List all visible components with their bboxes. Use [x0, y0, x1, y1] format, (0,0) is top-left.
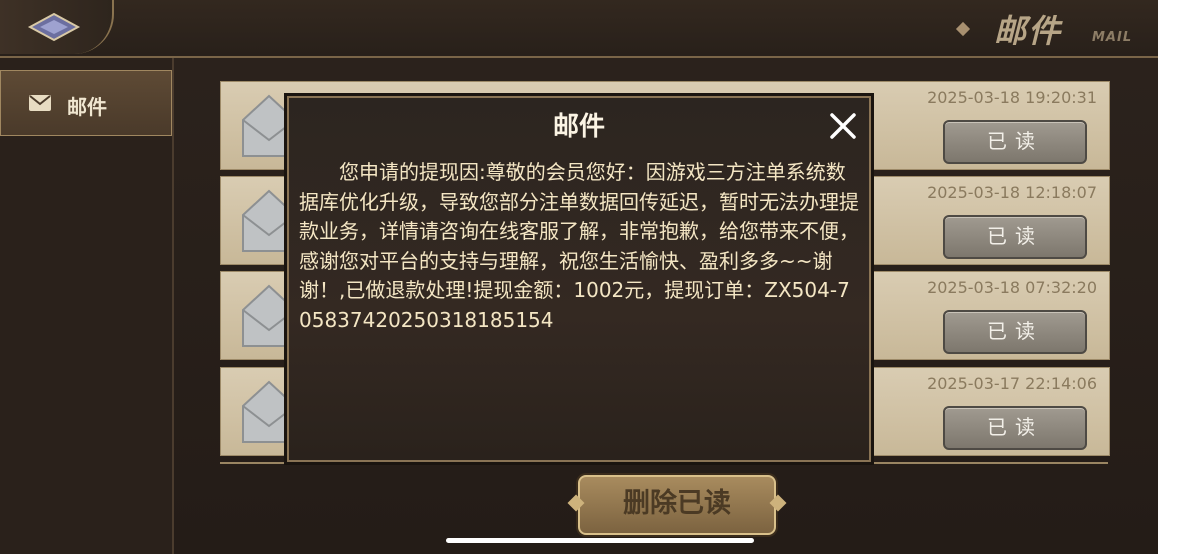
- read-status-button[interactable]: 已读: [943, 215, 1087, 259]
- page-title: 邮件: [994, 12, 1063, 50]
- button-ornament-icon: [567, 494, 585, 512]
- mail-icon: [29, 95, 51, 111]
- screen-edge: [1158, 0, 1200, 554]
- home-indicator[interactable]: [446, 538, 754, 543]
- mail-time: 2025-03-18 19:20:31: [927, 88, 1097, 107]
- mail-detail-dialog: 邮件 您申请的提现因:尊敬的会员您好：因游戏三方注单系统数据库优化升级，导致您部…: [287, 96, 871, 462]
- delete-read-button[interactable]: 删除已读: [567, 475, 787, 535]
- header-bar: 邮件 MAIL: [0, 0, 1158, 58]
- close-icon[interactable]: [825, 108, 861, 144]
- read-status-button[interactable]: 已读: [943, 406, 1087, 450]
- sidebar-item-mail[interactable]: 邮件: [0, 70, 172, 136]
- mail-time: 2025-03-18 12:18:07: [927, 183, 1097, 202]
- back-button[interactable]: [0, 0, 114, 54]
- back-arrow-icon: [27, 12, 81, 42]
- dialog-title: 邮件: [552, 112, 605, 142]
- read-status-button[interactable]: 已读: [943, 310, 1087, 354]
- list-divider: [220, 462, 1108, 464]
- mail-time: 2025-03-18 07:32:20: [927, 278, 1097, 297]
- mail-screen: 邮件 MAIL 邮件 2025-03-18 19:20:31 已读 2025-0…: [0, 0, 1158, 554]
- dialog-message: 您申请的提现因:尊敬的会员您好：因游戏三方注单系统数据库优化升级，导致您部分注单…: [299, 160, 859, 332]
- button-ornament-icon: [769, 494, 787, 512]
- read-status-button[interactable]: 已读: [943, 120, 1087, 164]
- header-title-group: 邮件 MAIL: [955, 4, 1134, 54]
- mail-time: 2025-03-17 22:14:06: [927, 374, 1097, 393]
- sidebar: 邮件: [0, 58, 174, 554]
- diamond-ornament-icon: [955, 21, 971, 37]
- sidebar-item-label: 邮件: [67, 95, 107, 119]
- page-subtitle: MAIL: [1092, 30, 1133, 45]
- delete-read-label: 删除已读: [623, 488, 731, 519]
